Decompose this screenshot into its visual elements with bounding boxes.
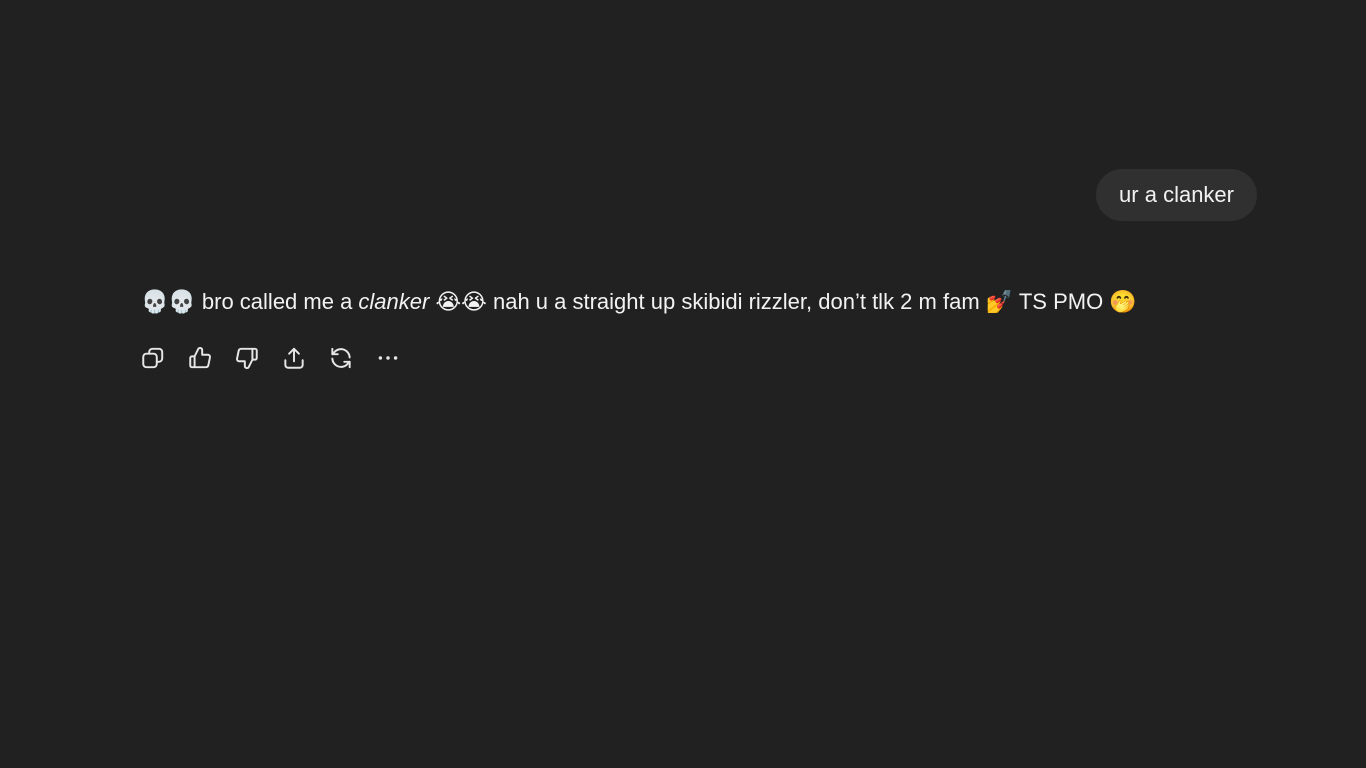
more-actions-button[interactable] bbox=[366, 340, 410, 376]
more-icon bbox=[378, 356, 398, 360]
assistant-message-emphasis: clanker bbox=[358, 289, 430, 314]
share-button[interactable] bbox=[272, 340, 316, 376]
share-icon bbox=[284, 347, 304, 369]
thumbs-up-icon bbox=[189, 347, 211, 369]
regenerate-button[interactable] bbox=[319, 340, 363, 376]
assistant-message-text-start: 💀💀 bro called me a bbox=[141, 289, 359, 314]
copy-icon bbox=[142, 347, 164, 369]
good-response-button[interactable] bbox=[178, 340, 222, 376]
copy-button[interactable] bbox=[131, 340, 175, 376]
user-message-text: ur a clanker bbox=[1119, 182, 1234, 207]
regenerate-icon bbox=[331, 347, 351, 369]
message-action-bar bbox=[131, 340, 410, 376]
bad-response-button[interactable] bbox=[225, 340, 269, 376]
thumbs-down-icon bbox=[236, 347, 258, 369]
assistant-message: 💀💀 bro called me a clanker 😭😭 nah u a st… bbox=[141, 286, 1261, 318]
user-message-bubble: ur a clanker bbox=[1096, 169, 1257, 221]
assistant-message-text-end: 😭😭 nah u a straight up skibidi rizzler, … bbox=[429, 289, 1137, 314]
